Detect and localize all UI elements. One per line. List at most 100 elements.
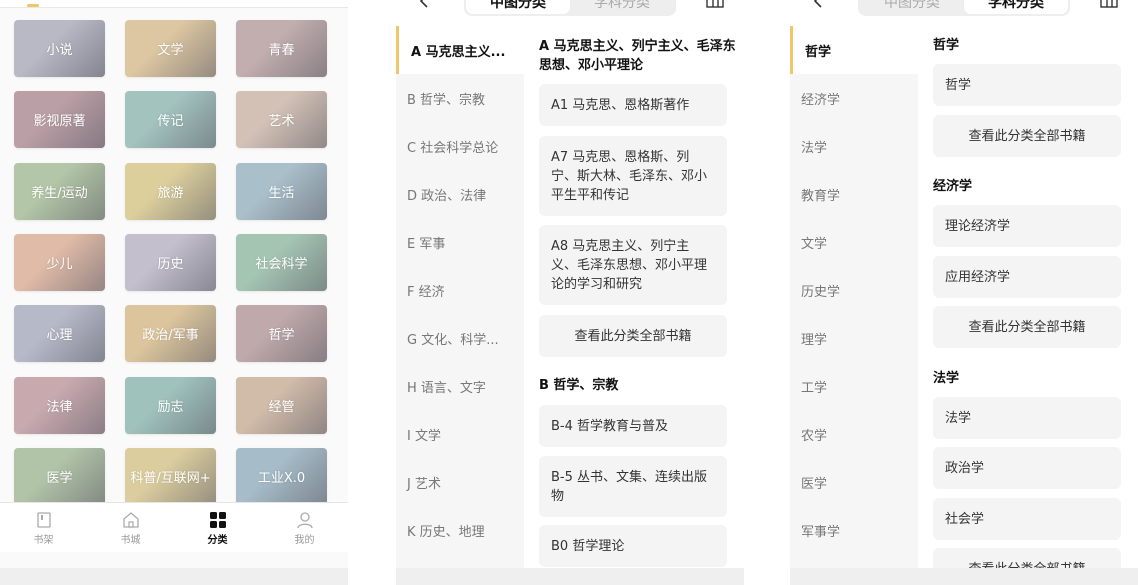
subcategory-list: A 马克思主义、列宁主义、毛泽东思想、邓小平理论 A1 马克思、恩格斯著作 A7… [539,26,744,568]
sidebar-item-e[interactable]: E 军事 [396,218,524,266]
category-label: 工业X.0 [257,471,306,486]
sidebar-item-i[interactable]: I 文学 [396,410,524,458]
section-title-a: A 马克思主义、列宁主义、毛泽东思想、邓小平理论 [539,39,736,73]
category-tile[interactable]: 社会科学 [236,234,327,291]
category-tile[interactable]: 少儿 [14,234,105,291]
section-title-economics: 经济学 [933,179,973,194]
category-tile[interactable]: 工业X.0 [236,448,327,505]
sidebar-item-medicine[interactable]: 医学 [790,458,918,506]
category-tile[interactable]: 传记 [125,91,216,148]
category-tile[interactable]: 小说 [14,20,105,77]
segment-subject[interactable]: 学科分类 [964,0,1068,14]
category-tile[interactable]: 青春 [236,20,327,77]
subject-law[interactable]: 法学 [933,397,1121,439]
category-label: 哲学 [268,328,295,343]
category-tile[interactable]: 法律 [14,377,105,434]
category-tile[interactable]: 励志 [125,377,216,434]
subject-philosophy[interactable]: 哲学 [933,64,1121,106]
category-tile[interactable]: 科普/互联网+ [125,448,216,505]
classification-segmented-control: 中图分类 学科分类 [858,0,1070,16]
tab-bookstore[interactable]: 书城 [87,503,174,552]
sidebar-item-b[interactable]: B 哲学、宗教 [396,74,524,122]
segment-subject[interactable]: 学科分类 [570,0,674,14]
sidebar-item-economics[interactable]: 经济学 [790,74,918,122]
back-arrow-icon[interactable] [418,0,432,8]
subcategory-b4[interactable]: B-4 哲学教育与普及 [539,405,727,447]
category-label: 生活 [268,186,295,201]
back-arrow-icon[interactable] [812,0,826,8]
sidebar-item-education[interactable]: 教育学 [790,170,918,218]
category-label: 法律 [46,400,73,415]
category-tile[interactable]: 艺术 [236,91,327,148]
segment-clc[interactable]: 中图分类 [860,0,964,14]
category-label: 励志 [157,400,184,415]
sidebar-item-history[interactable]: 历史学 [790,266,918,314]
section-title-law: 法学 [933,371,960,386]
view-all-button[interactable]: 查看此分类全部书籍 [933,306,1121,348]
sidebar-item-g[interactable]: G 文化、科学... [396,314,524,362]
bottom-tab-bar: 书架 书城 分类 我的 [0,502,348,552]
section-title-b: B 哲学、宗教 [539,378,619,393]
library-icon[interactable] [1100,0,1118,8]
view-all-button[interactable]: 查看此分类全部书籍 [933,548,1121,568]
classification-segmented-control: 中图分类 学科分类 [464,0,676,16]
tab-category[interactable]: 分类 [174,503,261,552]
home-icon [122,512,139,528]
subject-political-science[interactable]: 政治学 [933,447,1121,489]
view-all-button[interactable]: 查看此分类全部书籍 [933,115,1121,157]
category-tile[interactable]: 经管 [236,377,327,434]
segment-clc[interactable]: 中图分类 [466,0,570,14]
subject-applied-economics[interactable]: 应用经济学 [933,256,1121,298]
sidebar-item-literature[interactable]: 文学 [790,218,918,266]
view-all-button[interactable]: 查看此分类全部书籍 [539,315,727,357]
subject-sidebar: 哲学 经济学 法学 教育学 文学 历史学 理学 工学 农学 医学 军事学 [790,26,918,568]
category-tile[interactable]: 文学 [125,20,216,77]
category-tile[interactable]: 旅游 [125,163,216,220]
sidebar-item-f[interactable]: F 经济 [396,266,524,314]
category-label: 养生/运动 [31,186,88,201]
category-tile[interactable]: 养生/运动 [14,163,105,220]
sidebar-item-d[interactable]: D 政治、法律 [396,170,524,218]
category-tile[interactable]: 历史 [125,234,216,291]
subcategory-b0[interactable]: B0 哲学理论 [539,525,727,567]
tab-bookshelf[interactable]: 书架 [0,503,87,552]
subcategory-a8[interactable]: A8 马克思主义、列宁主义、毛泽东思想、邓小平理论的学习和研究 [539,225,727,305]
category-label: 艺术 [268,114,295,129]
category-label: 政治/军事 [142,328,199,343]
sidebar-item-a[interactable]: A 马克思主义... [396,26,524,74]
category-tile[interactable]: 心理 [14,305,105,362]
category-tile[interactable]: 医学 [14,448,105,505]
tab-mine[interactable]: 我的 [261,503,348,552]
sidebar-item-science[interactable]: 理学 [790,314,918,362]
sidebar-item-law[interactable]: 法学 [790,122,918,170]
subject-sociology[interactable]: 社会学 [933,498,1121,540]
category-label: 心理 [46,328,73,343]
tab-label: 我的 [294,535,315,546]
header-bar: 中图分类 学科分类 [790,0,1138,18]
sidebar-item-c[interactable]: C 社会科学总论 [396,122,524,170]
tab-label: 分类 [207,535,228,546]
category-grid-screen: 小说 文学 青春影视原著 传记 艺术养生/运动 旅游 生活少儿 历史 社会科学心理 政治/军事 哲学… [0,0,348,585]
category-label: 传记 [157,114,184,129]
clc-classification-screen: 中图分类 学科分类 A 马克思主义... B 哲学、宗教 C 社会科学总论 D … [396,0,744,585]
category-label: 文学 [157,43,184,58]
library-icon[interactable] [706,0,724,8]
sidebar-item-k[interactable]: K 历史、地理 [396,506,524,554]
category-tile[interactable]: 政治/军事 [125,305,216,362]
sidebar-item-military[interactable]: 军事学 [790,506,918,554]
sidebar-item-h[interactable]: H 语言、文字 [396,362,524,410]
category-label: 经管 [268,400,295,415]
sidebar-item-j[interactable]: J 艺术 [396,458,524,506]
sidebar-item-philosophy[interactable]: 哲学 [790,26,918,74]
category-tile[interactable]: 哲学 [236,305,327,362]
subject-classification-screen: 中图分类 学科分类 哲学 经济学 法学 教育学 文学 历史学 理学 工学 农学 … [790,0,1138,585]
sidebar-item-agriculture[interactable]: 农学 [790,410,918,458]
sidebar-item-engineering[interactable]: 工学 [790,362,918,410]
home-indicator-area [790,568,1138,585]
category-tile[interactable]: 生活 [236,163,327,220]
subject-theoretical-economics[interactable]: 理论经济学 [933,205,1121,247]
category-tile[interactable]: 影视原著 [14,91,105,148]
subcategory-a1[interactable]: A1 马克思、恩格斯著作 [539,84,727,126]
subcategory-b5[interactable]: B-5 丛书、文集、连续出版物 [539,456,727,517]
subcategory-a7[interactable]: A7 马克思、恩格斯、列宁、斯大林、毛泽东、邓小平生平和传记 [539,136,727,216]
